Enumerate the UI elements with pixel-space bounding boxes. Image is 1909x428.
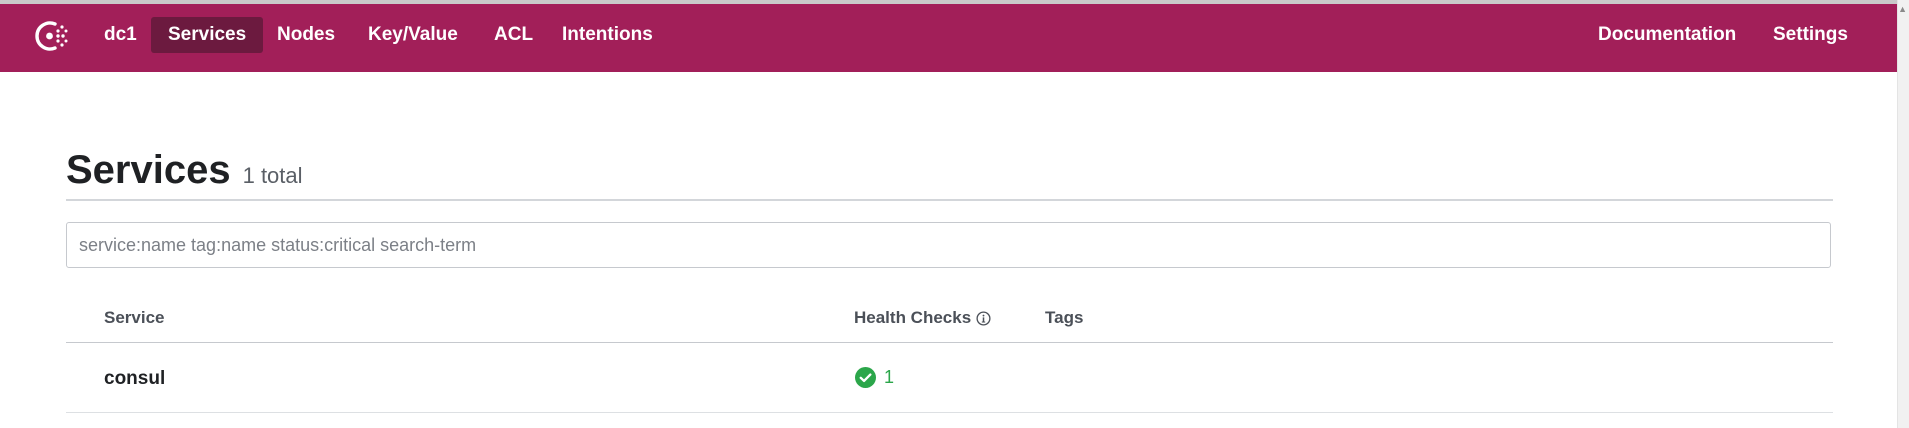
passing-checks-count: 1 <box>884 367 895 387</box>
heading-divider <box>66 199 1833 201</box>
service-name-link[interactable]: consul <box>104 368 165 390</box>
nav-documentation[interactable]: Documentation <box>1581 17 1753 53</box>
column-header-health-checks[interactable]: Health Checks <box>854 308 991 328</box>
info-icon[interactable] <box>976 310 991 326</box>
nav-acl[interactable]: ACL <box>477 17 550 53</box>
page-title: Services <box>66 148 231 192</box>
nav-key-value[interactable]: Key/Value <box>351 17 475 53</box>
column-header-tags[interactable]: Tags <box>1045 308 1083 328</box>
column-header-health-checks-label: Health Checks <box>854 308 972 327</box>
consul-ui-page: ▲ dc1 Services Nodes Key/Value ACL Inten… <box>0 0 1909 428</box>
column-header-tags-label: Tags <box>1045 308 1084 327</box>
service-count: 1 total <box>242 163 303 188</box>
column-header-service-label: Service <box>104 308 165 327</box>
check-circle-icon <box>855 367 876 388</box>
nav-settings[interactable]: Settings <box>1756 17 1865 53</box>
datacenter-selector[interactable]: dc1 <box>87 17 154 53</box>
scroll-up-icon[interactable]: ▲ <box>1898 4 1907 14</box>
page-heading: Services 1 total <box>66 148 303 193</box>
column-header-service[interactable]: Service <box>104 308 165 328</box>
consul-logo-icon[interactable] <box>31 17 71 55</box>
table-header-divider <box>66 342 1833 343</box>
search-input[interactable] <box>66 222 1831 268</box>
health-checks-cell: 1 <box>855 367 894 388</box>
table-row-divider <box>66 412 1833 413</box>
nav-services[interactable]: Services <box>151 17 264 53</box>
scrollbar[interactable]: ▲ <box>1897 0 1909 428</box>
nav-nodes[interactable]: Nodes <box>260 17 352 53</box>
nav-intentions[interactable]: Intentions <box>545 17 670 53</box>
